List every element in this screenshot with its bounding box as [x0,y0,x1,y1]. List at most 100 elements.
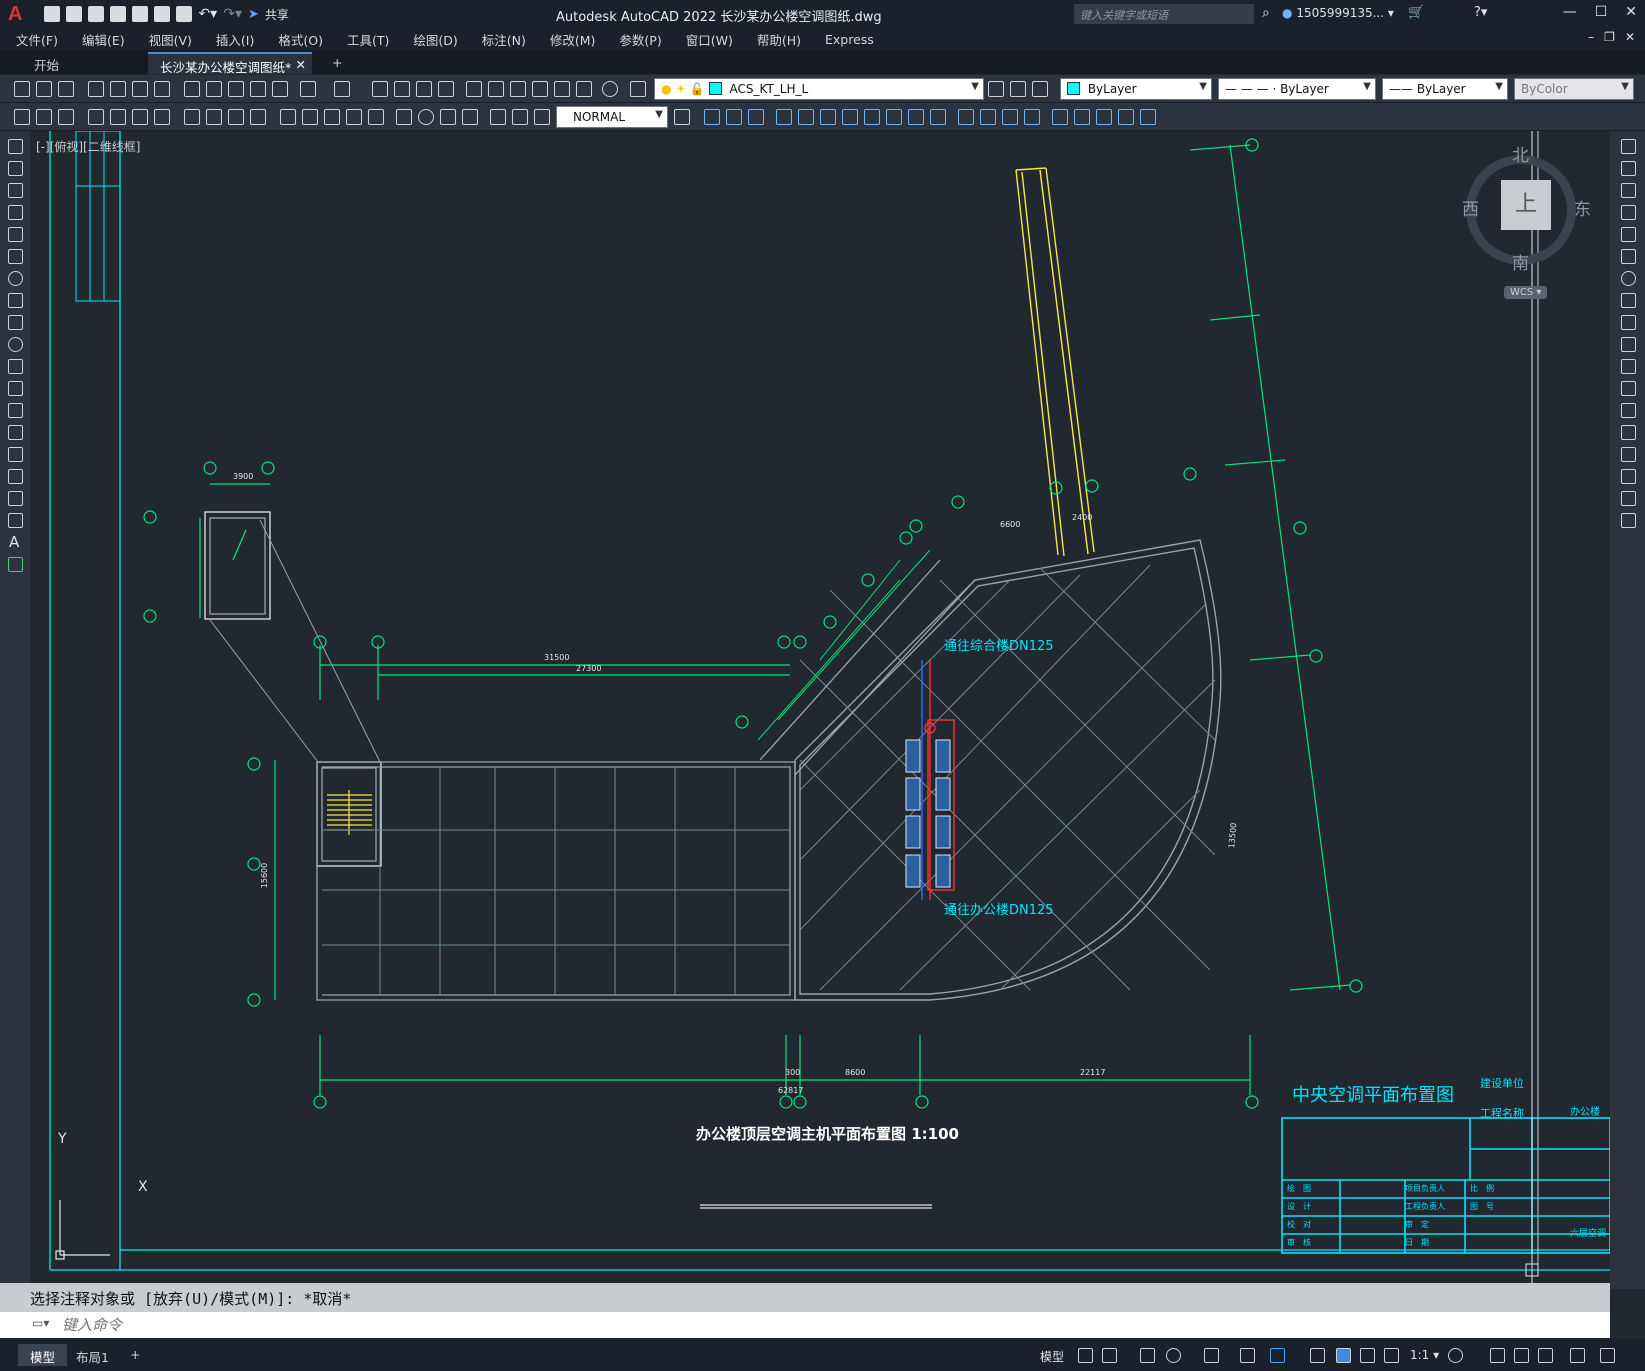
customize-menu-icon[interactable] [1600,1348,1615,1363]
save-icon[interactable] [58,81,74,97]
menu-window[interactable]: 窗口(W) [686,30,733,49]
chamfer-icon[interactable] [1621,447,1636,462]
tab-model[interactable]: 模型 [18,1344,68,1366]
layer-dropdown[interactable]: ● ☀ 🔓 ACS_KT_LH_L ▼ [654,78,984,100]
arc-length-icon[interactable] [132,109,148,125]
revision-cloud-icon[interactable] [8,293,23,308]
markup-icon[interactable] [554,81,570,97]
properties-icon[interactable] [466,81,482,97]
menu-draw[interactable]: 绘图(D) [413,30,457,49]
plot-icon[interactable] [176,6,193,22]
zoom-previous-icon[interactable] [438,81,454,97]
open-icon[interactable] [36,81,52,97]
viewport-controls[interactable]: [-][俯视][二维线框] [36,138,140,155]
draworder-icon[interactable] [1074,109,1090,125]
annotation-scale-icon[interactable] [1384,1348,1399,1363]
pan-icon[interactable] [372,81,388,97]
line-icon[interactable] [8,139,23,154]
ellipse-arc-icon[interactable] [8,359,23,374]
align-icon[interactable] [1118,109,1134,125]
wcs-menu[interactable]: WCS ▾ [1504,286,1548,299]
make-block-icon[interactable] [8,403,23,418]
menu-express[interactable]: Express [825,32,874,47]
web-icon[interactable] [154,81,170,97]
aligned-dim-icon[interactable] [110,109,126,125]
add-selected-icon[interactable] [8,557,23,572]
angular-dim-icon[interactable] [250,109,266,125]
join-icon[interactable] [1621,425,1636,440]
text-style-icon[interactable] [36,109,52,125]
autocad-logo-icon[interactable]: A [8,3,22,26]
dim-break-icon[interactable] [368,109,384,125]
center-mark-icon[interactable] [418,109,434,125]
rectangle-icon[interactable] [8,227,23,242]
help-icon[interactable]: ?▾ [1474,5,1487,20]
stretch-icon[interactable] [1621,315,1636,330]
offset-icon[interactable] [1621,205,1636,220]
copy-icon[interactable] [1621,161,1636,176]
menu-format[interactable]: 格式(O) [278,30,323,49]
color-dropdown[interactable]: ByLayer ▼ [1060,78,1212,100]
fullscreen-icon[interactable] [1570,1348,1585,1363]
auto-scale-icon[interactable] [1360,1348,1375,1363]
tab-close-icon[interactable]: ✕ [296,57,306,72]
copy-icon[interactable] [206,81,222,97]
join-icon[interactable] [980,109,996,125]
model-space-button[interactable]: 模型 [1040,1348,1064,1365]
minimize-icon[interactable]: — [1563,4,1577,20]
doc-close-icon[interactable]: ✕ [1625,30,1635,44]
radius-dim-icon[interactable] [184,109,200,125]
tab-layout1[interactable]: 布局1 [64,1344,121,1366]
menu-edit[interactable]: 编辑(E) [82,30,125,49]
menu-tools[interactable]: 工具(T) [347,30,389,49]
jogged-linear-icon[interactable] [462,109,478,125]
block-editor-icon[interactable] [272,81,288,97]
plot-icon[interactable] [88,81,104,97]
table-icon[interactable] [8,513,23,528]
break-icon[interactable] [1621,403,1636,418]
inspect-icon[interactable] [440,109,456,125]
new-file-icon[interactable] [44,6,61,22]
mtext-icon[interactable]: A [9,533,19,551]
ortho-icon[interactable] [1140,1348,1155,1363]
search-icon[interactable]: ⌕ [1262,5,1270,21]
polygon-icon[interactable] [8,205,23,220]
units-icon[interactable] [1514,1348,1529,1363]
dim-style-manager-icon[interactable] [674,109,690,125]
erase-icon[interactable] [704,109,720,125]
zoom-realtime-icon[interactable] [394,81,410,97]
insert-block-icon[interactable] [8,381,23,396]
dim-space-icon[interactable] [346,109,362,125]
dim-style-icon[interactable] [14,109,30,125]
annotation-scale-value[interactable]: 1:1 ▾ [1410,1348,1439,1362]
undo-icon[interactable]: ↶▾ [198,6,217,22]
linetype-dropdown[interactable]: — — — · ByLayer ▼ [1218,78,1376,100]
break-icon[interactable] [958,109,974,125]
scale-icon[interactable] [864,109,880,125]
help-icon[interactable] [602,81,618,97]
viewcube-west[interactable]: 西 [1462,195,1479,220]
redo-icon[interactable]: ↷▾ [223,6,242,22]
spline-icon[interactable] [8,315,23,330]
chamfer-icon[interactable] [1002,109,1018,125]
ordinate-dim-icon[interactable] [154,109,170,125]
lineweight-icon[interactable] [1310,1348,1325,1363]
layer-properties-icon[interactable] [630,81,646,97]
arc-icon[interactable] [8,249,23,264]
publish-icon[interactable] [132,6,149,22]
extend-icon[interactable] [930,109,946,125]
array-icon[interactable] [1621,227,1636,242]
polar-icon[interactable] [1166,1348,1181,1363]
command-input[interactable] [62,1315,1562,1335]
extend-icon[interactable] [1621,359,1636,374]
viewcube-north[interactable]: 北 [1512,141,1529,166]
doc-minimize-icon[interactable]: – [1588,30,1594,44]
explode-icon[interactable] [1621,513,1636,528]
stretch-icon[interactable] [886,109,902,125]
move-icon[interactable] [820,109,836,125]
cart-icon[interactable]: 🛒 [1408,5,1424,20]
open-file-icon[interactable] [66,6,83,22]
design-center-icon[interactable] [488,81,504,97]
offset-icon[interactable] [776,109,792,125]
match-properties-icon[interactable] [250,81,266,97]
